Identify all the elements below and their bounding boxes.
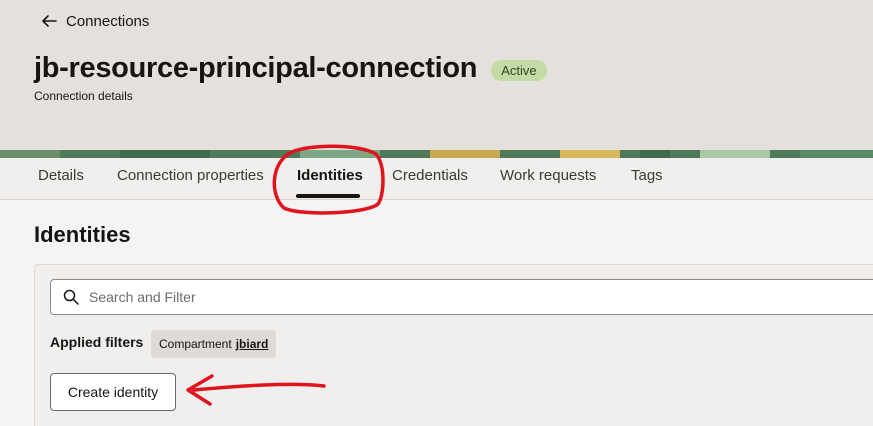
tab-connection-properties[interactable]: Connection properties (117, 158, 264, 200)
back-link-label: Connections (66, 12, 150, 30)
page-header: Connections jb-resource-principal-connec… (0, 0, 873, 150)
title-row: jb-resource-principal-connection Active (34, 52, 547, 85)
back-link[interactable]: Connections (40, 12, 149, 30)
applied-filters-label: Applied filters (50, 334, 144, 350)
tab-work-requests[interactable]: Work requests (500, 158, 596, 200)
search-field[interactable] (50, 279, 873, 315)
filter-chip-value[interactable]: jbiard (236, 337, 269, 351)
section-title: Identities (34, 222, 131, 247)
decorative-banner (0, 150, 873, 158)
tab-tags[interactable]: Tags (631, 158, 663, 200)
arrow-left-icon (42, 15, 57, 27)
status-badge: Active (491, 60, 547, 81)
search-input[interactable] (89, 289, 789, 305)
tab-bar: Details Connection properties Identities… (0, 158, 873, 200)
filter-chip-key: Compartment (159, 337, 232, 351)
page-title: jb-resource-principal-connection (34, 52, 478, 84)
active-tab-indicator (296, 194, 360, 198)
tab-details[interactable]: Details (38, 158, 84, 200)
search-icon (63, 289, 79, 305)
filter-chip-compartment[interactable]: Compartment jbiard (151, 330, 277, 358)
create-identity-button[interactable]: Create identity (50, 373, 176, 411)
page-subtitle: Connection details (34, 89, 133, 103)
tab-credentials[interactable]: Credentials (392, 158, 468, 200)
